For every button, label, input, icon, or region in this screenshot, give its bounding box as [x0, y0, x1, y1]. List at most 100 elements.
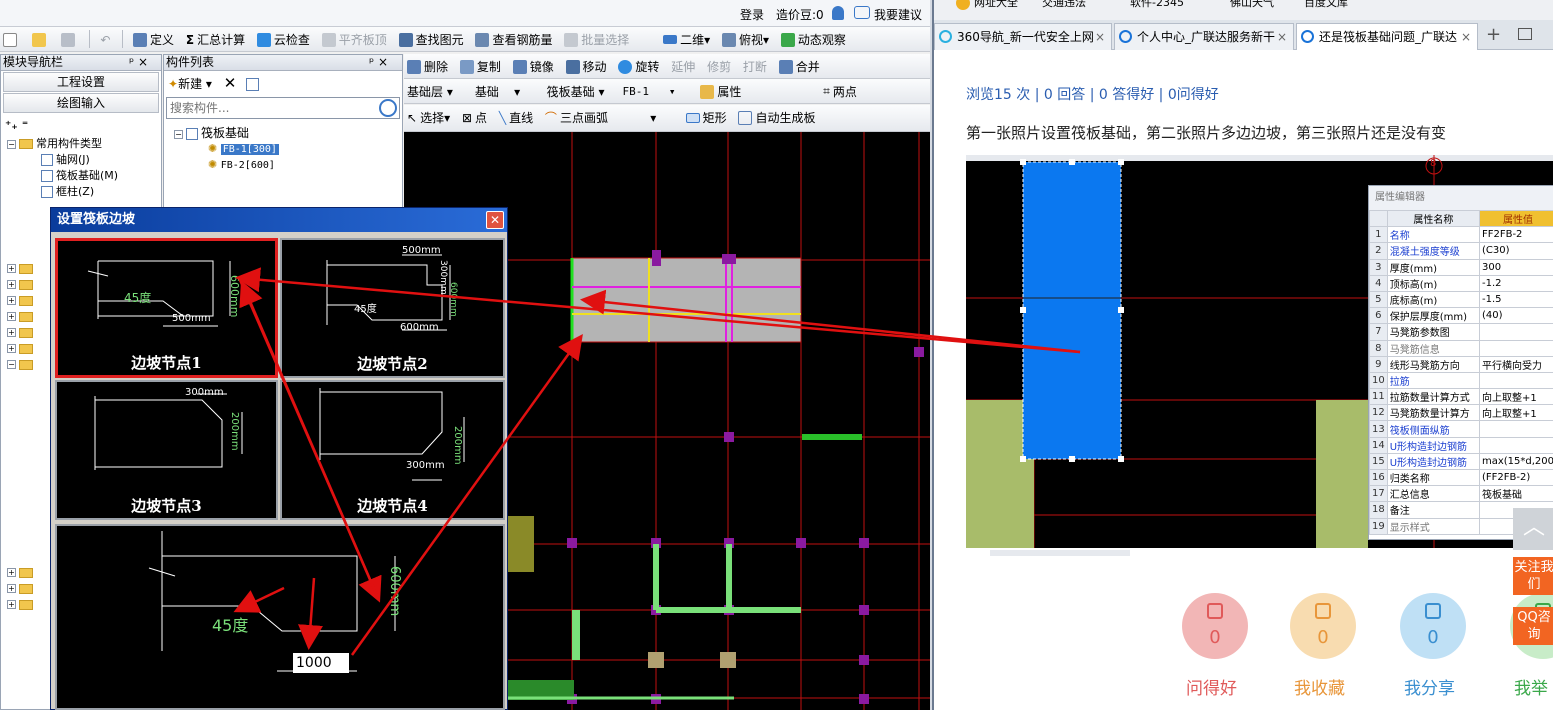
view-2d-dropdown[interactable]: 二维 ▾ — [660, 28, 713, 51]
property-value[interactable]: (40) — [1478, 307, 1553, 325]
slope-node-3-tile[interactable]: 300mm 200mm 边坡节点3 — [55, 380, 278, 520]
bell-icon[interactable] — [832, 6, 844, 20]
line-button[interactable]: ╲ 直线 — [496, 106, 536, 129]
copy-icon[interactable] — [246, 78, 260, 91]
view-rebar-button[interactable]: 查看钢筋量 — [472, 28, 555, 51]
new-component-button[interactable]: ✦新建 ▾ — [168, 77, 212, 91]
property-value[interactable]: 平行横向受力 — [1478, 355, 1553, 373]
dynamic-view-button[interactable]: 动态观察 — [778, 28, 849, 51]
slope-width-input[interactable]: 1000 — [293, 653, 349, 673]
property-value[interactable]: 300 — [1478, 258, 1553, 276]
rectangle-button[interactable]: 矩形 — [683, 106, 730, 129]
delete-button[interactable]: 删除 — [404, 55, 451, 78]
tab-360-nav[interactable]: 360导航_新一代安全上网 × — [934, 23, 1112, 50]
login-link[interactable]: 登录 — [740, 6, 764, 23]
slope-node-1-tile[interactable]: 600mm 45度 500mm 边坡节点1 — [55, 238, 278, 378]
selected-raft-fb2[interactable] — [1022, 161, 1122, 460]
property-value[interactable]: (FF2FB-2) — [1478, 468, 1553, 487]
component-fb1[interactable]: ✺ FB-1[300] — [174, 141, 279, 157]
open-folder-icon[interactable] — [29, 28, 52, 51]
cloud-check-button[interactable]: 云检查 — [254, 28, 313, 51]
property-row[interactable]: 10 拉筋 — [1369, 371, 1553, 390]
tree-item-axis[interactable]: 轴网(J) — [7, 152, 161, 168]
property-row[interactable]: 12 马凳筋数量计算方 向上取整+1 — [1369, 404, 1553, 422]
point-button[interactable]: ⊠ 点 — [459, 106, 490, 129]
tree-root-raft[interactable]: − 筏板基础 — [174, 125, 279, 141]
property-value[interactable] — [1478, 323, 1553, 341]
move-button[interactable]: 移动 — [563, 55, 610, 78]
property-row[interactable]: 8 马凳筋信息 — [1369, 339, 1553, 357]
bookmark-4[interactable]: 百度文库 — [1304, 0, 1348, 10]
property-row[interactable]: 15 U形构造封边钢筋 max(15*d,200 — [1369, 452, 1553, 471]
attribute-button[interactable]: 属性 — [697, 80, 744, 103]
property-value[interactable] — [1478, 371, 1553, 390]
new-file-icon[interactable] — [0, 28, 23, 51]
slope-node-2-tile[interactable]: 500mm 300mm 600mm 45度 600mm 边坡节点2 — [280, 238, 505, 378]
bookmark-0[interactable]: 网址大全 — [974, 0, 1018, 10]
summary-calc-button[interactable]: Σ 汇总计算 — [183, 28, 248, 51]
property-row[interactable]: 5 底标高(m) -1.5 — [1369, 290, 1553, 309]
property-row[interactable]: 13 筏板侧面纵筋 — [1369, 420, 1553, 438]
property-value[interactable]: (C30) — [1478, 242, 1553, 260]
flush-top-button[interactable]: 平齐板顶 — [319, 28, 390, 51]
top-view-dropdown[interactable]: 俯视 ▾ — [719, 28, 772, 51]
arc-button[interactable]: ⌒ 三点画弧 — [542, 106, 611, 129]
tab-personal-center[interactable]: 个人中心_广联达服务新干 × — [1114, 23, 1294, 50]
select-button[interactable]: ↖ 选择 ▾ — [404, 106, 453, 129]
property-row[interactable]: 7 马凳筋参数图 — [1369, 323, 1553, 341]
dialog-close-button[interactable]: ✕ — [486, 211, 504, 229]
suggest-link[interactable]: 我要建议 — [874, 6, 922, 23]
delete-x-icon[interactable]: ✕ — [224, 74, 237, 92]
property-row[interactable]: 1 名称 FF2FB-2 — [1369, 226, 1553, 244]
component-select[interactable]: FB-1 ▾ — [619, 80, 691, 103]
tab-close-icon[interactable]: × — [1277, 24, 1287, 50]
question-screenshot[interactable]: 8 属性编辑器 属性名称 属性值 1 名称 FF2FB-2 2 混凝土强度等级 (C30) 3… — [966, 155, 1553, 548]
drawing-input-button[interactable]: 绘图输入 — [3, 93, 159, 113]
arc-mode-dropdown[interactable]: ▾ — [617, 106, 677, 129]
component-fb2[interactable]: ✺ FB-2[600] — [174, 157, 279, 173]
raft-slab-fb1[interactable] — [571, 257, 802, 343]
property-row[interactable]: 6 保护层厚度(mm) (40) — [1369, 307, 1553, 325]
batch-select-button[interactable]: 批量选择 — [561, 28, 632, 51]
back-to-top-button[interactable]: ︿ — [1513, 508, 1553, 550]
tree-root-common[interactable]: − 常用构件类型 — [7, 136, 161, 152]
component-search-input[interactable] — [167, 98, 367, 118]
category-select[interactable]: 基础 ▾ — [472, 80, 538, 103]
tree-expand-collapse-icon[interactable]: ⁺₊ ⁼ — [1, 114, 161, 136]
property-value[interactable]: max(15*d,200 — [1478, 452, 1553, 471]
action-label-1[interactable]: 问得好 — [1186, 674, 1237, 699]
property-value[interactable] — [1478, 436, 1553, 454]
two-point-button[interactable]: ⌗ 两点 — [820, 80, 860, 103]
project-settings-button[interactable]: 工程设置 — [3, 72, 159, 92]
bookmark-1[interactable]: 交通违法 — [1042, 0, 1086, 10]
merge-button[interactable]: 合并 — [776, 55, 823, 78]
property-row[interactable]: 16 归类名称 (FF2FB-2) — [1369, 468, 1553, 487]
property-row[interactable]: 3 厚度(mm) 300 — [1369, 258, 1553, 276]
rotate-button[interactable]: 旋转 — [615, 55, 662, 78]
tab-list-icon[interactable] — [1518, 28, 1532, 40]
undo-icon[interactable]: ↶ — [97, 28, 113, 51]
property-row[interactable]: 11 拉筋数量计算方式 向上取整+1 — [1369, 388, 1553, 406]
property-row[interactable]: 2 混凝土强度等级 (C30) — [1369, 242, 1553, 260]
tree-item-column[interactable]: 框柱(Z) — [7, 184, 161, 200]
action-label-4[interactable]: 我举 — [1514, 674, 1548, 699]
copy-button[interactable]: 复制 — [457, 55, 504, 78]
tab-close-icon[interactable]: × — [1095, 24, 1105, 50]
type-select[interactable]: 筏板基础 ▾ — [544, 80, 614, 103]
action-label-2[interactable]: 我收藏 — [1294, 674, 1345, 699]
property-value[interactable]: FF2FB-2 — [1478, 226, 1553, 244]
property-row[interactable]: 4 顶标高(m) -1.2 — [1369, 274, 1553, 292]
property-row[interactable]: 9 线形马凳筋方向 平行横向受力 — [1369, 355, 1553, 373]
follow-us-button[interactable]: 关注我们 — [1513, 557, 1553, 595]
property-value[interactable]: 向上取整+1 — [1478, 388, 1553, 406]
trim-button[interactable]: 修剪 — [704, 55, 734, 78]
property-value[interactable] — [1478, 339, 1553, 357]
search-icon[interactable] — [379, 99, 397, 117]
tab-close-icon[interactable]: × — [1461, 24, 1471, 50]
property-value[interactable]: 筏板基础 — [1478, 485, 1553, 503]
property-row[interactable]: 17 汇总信息 筏板基础 — [1369, 485, 1553, 503]
action-label-3[interactable]: 我分享 — [1404, 674, 1455, 699]
break-button[interactable]: 打断 — [740, 55, 770, 78]
floor-select[interactable]: 基础层 ▾ — [404, 80, 466, 103]
action-circle-2[interactable]: 0 — [1290, 593, 1356, 659]
